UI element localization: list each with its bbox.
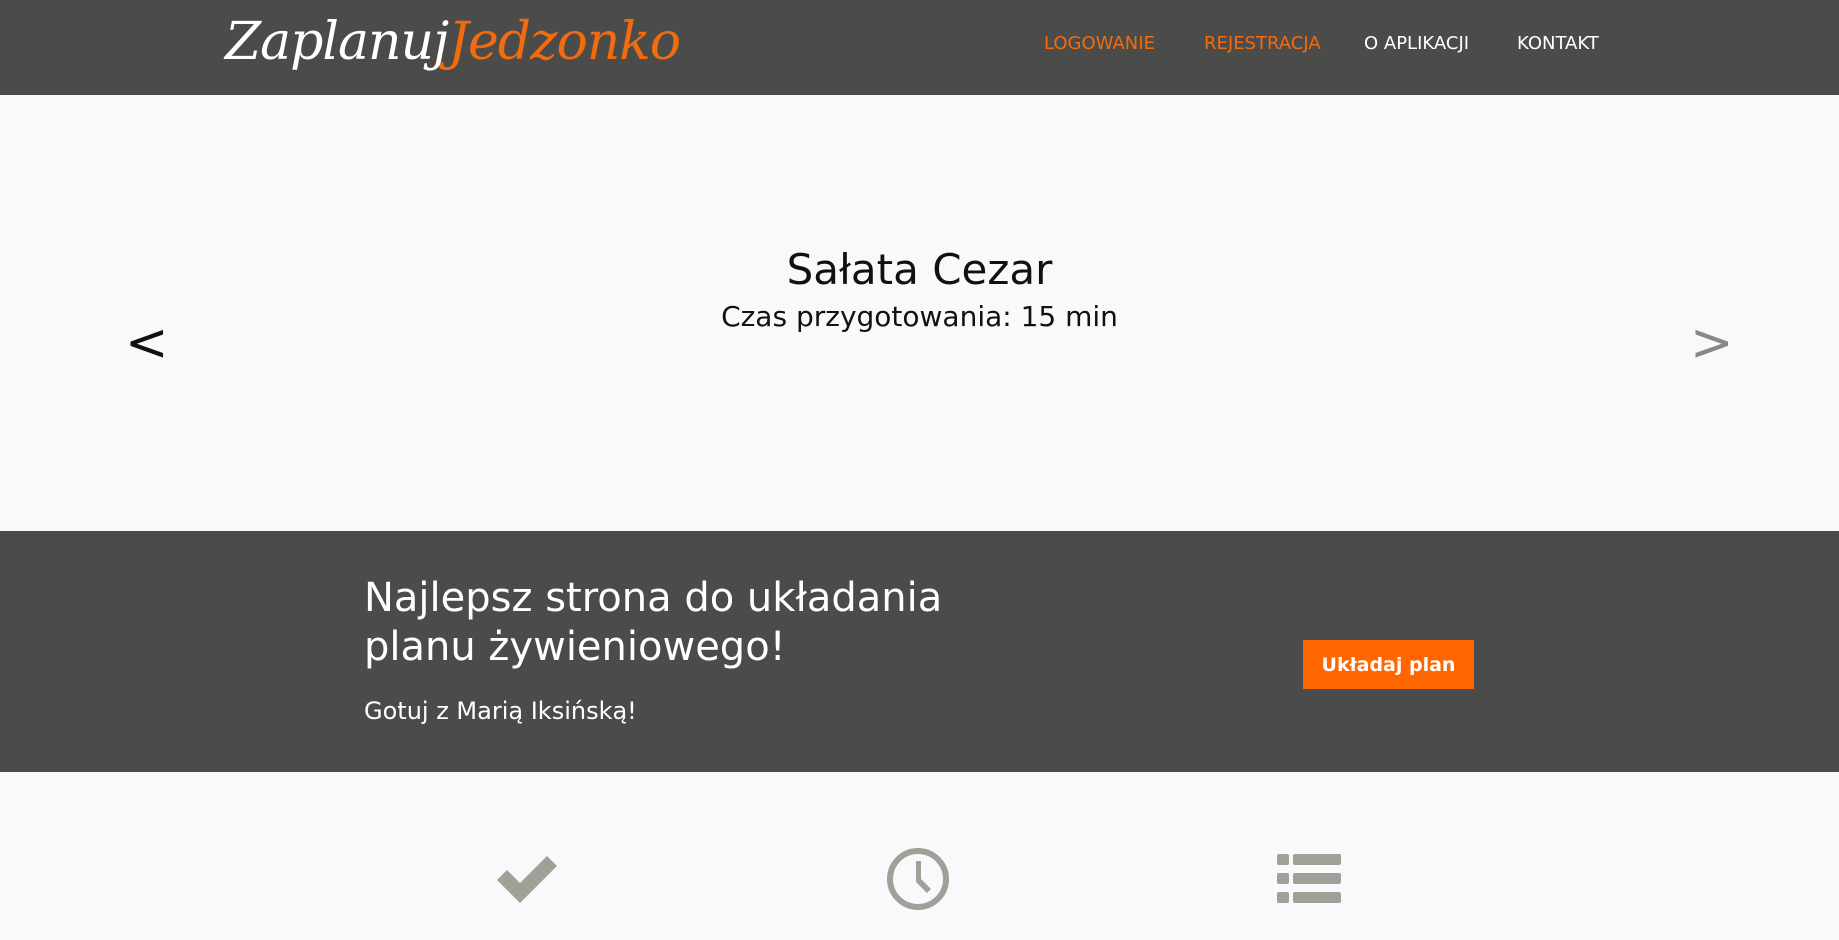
brand-logo-part2: Jedzonko <box>448 12 681 72</box>
banner-subtext: Gotuj z Marią Iksińską! <box>364 697 637 725</box>
carousel-next-arrow[interactable]: > <box>1690 317 1734 369</box>
promo-banner: Najlepsz strona do układania planu żywie… <box>0 531 1839 772</box>
clock-icon <box>887 848 949 910</box>
list-icon <box>1277 854 1341 903</box>
brand-logo[interactable]: Zaplanuj Jedzonko <box>225 12 681 82</box>
nav-contact[interactable]: KONTAKT <box>1517 33 1599 54</box>
navbar: Zaplanuj Jedzonko LOGOWANIE REJESTRACJA O… <box>0 0 1839 95</box>
features-section <box>0 772 1839 940</box>
brand-logo-part1: Zaplanuj <box>225 12 449 72</box>
recipe-title: Sałata Cezar <box>786 245 1053 294</box>
nav-register[interactable]: REJESTRACJA <box>1204 33 1321 54</box>
nav-login[interactable]: LOGOWANIE <box>1044 33 1155 54</box>
plan-button[interactable]: Układaj plan <box>1303 640 1474 689</box>
recipe-prep-time: Czas przygotowania: 15 min <box>721 300 1118 333</box>
nav-about[interactable]: O APLIKACJI <box>1364 33 1469 54</box>
check-icon <box>497 856 557 903</box>
banner-heading: Najlepsz strona do układania planu żywie… <box>364 575 943 670</box>
recipe-carousel: < Sałata Cezar Czas przygotowania: 15 mi… <box>0 95 1839 531</box>
